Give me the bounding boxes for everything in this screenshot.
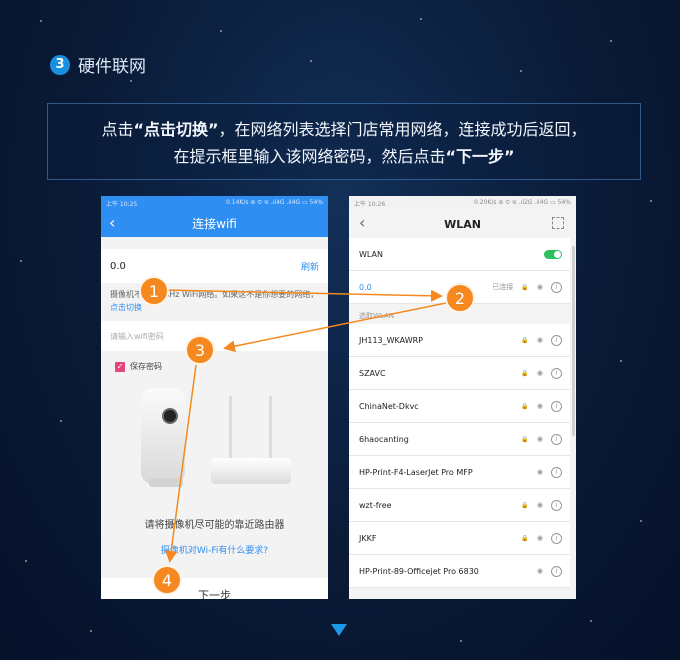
network-name: SZAVC bbox=[359, 368, 386, 378]
refresh-button[interactable]: 刷新 bbox=[301, 260, 319, 273]
instruction-line-1: 点击“点击切换”，在网络列表选择门店常用网络，连接成功后返回， bbox=[48, 116, 640, 143]
camera-icon bbox=[141, 388, 185, 487]
password-placeholder: 请输入wifi密码 bbox=[110, 331, 164, 341]
lock-icon: 🔒 bbox=[521, 369, 529, 377]
nav-bar: ‹ WLAN bbox=[349, 210, 576, 238]
instruction-highlight: “点击切换” bbox=[133, 120, 219, 139]
status-time: 上午 10:25 bbox=[106, 200, 138, 208]
step-number-badge: 3 bbox=[50, 54, 70, 75]
instruction-box: 点击“点击切换”，在网络列表选择门店常用网络，连接成功后返回， 在提示框里输入该… bbox=[47, 103, 641, 180]
lock-icon: 🔒 bbox=[521, 501, 529, 509]
save-password-checkbox[interactable]: ✓ 保存密码 bbox=[101, 351, 328, 372]
page-title: 连接wifi bbox=[192, 217, 237, 231]
step-title: 硬件联网 bbox=[78, 57, 146, 77]
wlan-label: WLAN bbox=[359, 249, 384, 259]
step-header: 3 硬件联网 bbox=[50, 52, 146, 77]
lock-icon: 🔒 bbox=[521, 534, 529, 542]
info-icon[interactable]: i bbox=[551, 532, 562, 544]
info-icon[interactable]: i bbox=[551, 400, 562, 412]
wifi-signal-icon: ◉ bbox=[536, 336, 543, 344]
instruction-highlight: “下一步” bbox=[445, 147, 515, 166]
instruction-line-2: 在提示框里输入该网络密码，然后点击“下一步” bbox=[48, 143, 640, 170]
wifi-signal-icon: ◉ bbox=[536, 501, 543, 509]
status-indicators: 0.14K/s ⊚ ⏲ ≋ .ıl4G .ıl4G ▭ 54% bbox=[226, 199, 323, 206]
connected-status: 已连接 bbox=[492, 283, 514, 291]
next-button[interactable]: 下一步 bbox=[101, 578, 328, 599]
wifi-signal-icon: ◉ bbox=[536, 435, 543, 443]
status-bar: 上午 10:25 0.14K/s ⊚ ⏲ ≋ .ıl4G .ıl4G ▭ 54% bbox=[101, 196, 328, 210]
router-antenna bbox=[269, 396, 272, 458]
network-name: 6haocanting bbox=[359, 434, 409, 444]
wifi-name-value: 0.0 bbox=[110, 260, 126, 272]
network-name: HP-Print-89-Officejet Pro 6830 bbox=[359, 566, 479, 576]
lock-icon: 🔒 bbox=[521, 402, 529, 410]
status-bar: 上午 10:26 0.20K/s ⊚ ⏲ ≋ .ıl2G .ıl4G ▭ 54% bbox=[349, 196, 576, 210]
wifi-signal-icon: ◉ bbox=[536, 567, 543, 575]
wifi-name-field[interactable]: 0.0 刷新 bbox=[101, 249, 328, 283]
wifi-signal-icon: ◉ bbox=[536, 283, 543, 291]
placement-hint: 请将摄像机尽可能的靠近路由器 bbox=[144, 520, 285, 531]
network-list: JH113_WKAWRP 🔒 ◉ i SZAVC 🔒 ◉ i ChinaNet-Dkvc 🔒 ◉ i 6… bbox=[349, 324, 576, 588]
scan-icon[interactable] bbox=[552, 217, 564, 229]
network-row[interactable]: JKKF 🔒 ◉ i bbox=[349, 522, 570, 555]
wifi-signal-icon: ◉ bbox=[536, 369, 543, 377]
network-name: ChinaNet-Dkvc bbox=[359, 401, 419, 411]
step-marker-3: 3 bbox=[185, 335, 215, 365]
info-icon[interactable]: i bbox=[551, 281, 562, 293]
back-arrow-icon[interactable]: ‹ bbox=[359, 213, 365, 232]
step-marker-4: 4 bbox=[152, 565, 182, 595]
network-name: JKKF bbox=[359, 533, 377, 543]
switch-network-link[interactable]: 点击切换 bbox=[110, 303, 142, 312]
router-antenna bbox=[229, 396, 232, 458]
wlan-settings-screen: 上午 10:26 0.20K/s ⊚ ⏲ ≋ .ıl2G .ıl4G ▭ 54%… bbox=[349, 196, 576, 599]
connect-wifi-screen: 上午 10:25 0.14K/s ⊚ ⏲ ≋ .ıl4G .ıl4G ▭ 54%… bbox=[101, 196, 328, 599]
network-name: JH113_WKAWRP bbox=[359, 335, 423, 345]
network-row[interactable]: HP-Print-89-Officejet Pro 6830 ◉ i bbox=[349, 555, 570, 588]
back-arrow-icon[interactable]: ‹ bbox=[109, 213, 115, 232]
wifi-signal-icon: ◉ bbox=[536, 402, 543, 410]
scrollbar[interactable] bbox=[572, 246, 575, 436]
network-note: 摄像机不支持5GHz WiFi网络。如果这不是你想要的网络，点击切换 bbox=[101, 283, 328, 315]
instruction-text: ，在网络列表选择门店常用网络，连接成功后返回， bbox=[218, 120, 587, 139]
instruction-text: 点击 bbox=[101, 120, 134, 139]
instruction-text: 在提示框里输入该网络密码，然后点击 bbox=[173, 147, 446, 166]
network-name: HP-Print-F4-LaserJet Pro MFP bbox=[359, 467, 473, 477]
wifi-signal-icon: ◉ bbox=[536, 534, 543, 542]
info-icon[interactable]: i bbox=[551, 499, 562, 511]
status-time: 上午 10:26 bbox=[354, 200, 386, 208]
network-row[interactable]: SZAVC 🔒 ◉ i bbox=[349, 357, 570, 390]
lock-icon: 🔒 bbox=[521, 336, 529, 344]
info-icon[interactable]: i bbox=[551, 367, 562, 379]
connected-network-name: 0.0 bbox=[359, 282, 372, 292]
save-password-label: 保存密码 bbox=[130, 362, 162, 371]
wlan-toggle-row: WLAN bbox=[349, 238, 570, 271]
network-row[interactable]: 6haocanting 🔒 ◉ i bbox=[349, 423, 570, 456]
checkmark-icon: ✓ bbox=[115, 361, 125, 372]
wlan-toggle[interactable] bbox=[544, 249, 562, 259]
network-row[interactable]: HP-Print-F4-LaserJet Pro MFP ◉ i bbox=[349, 456, 570, 489]
info-icon[interactable]: i bbox=[551, 433, 562, 445]
info-icon[interactable]: i bbox=[551, 565, 562, 577]
step-marker-2: 2 bbox=[445, 283, 475, 313]
network-row[interactable]: wzt-free 🔒 ◉ i bbox=[349, 489, 570, 522]
info-icon[interactable]: i bbox=[551, 334, 562, 346]
network-name: wzt-free bbox=[359, 500, 392, 510]
network-row[interactable]: ChinaNet-Dkvc 🔒 ◉ i bbox=[349, 390, 570, 423]
nav-bar: ‹ 连接wifi bbox=[101, 210, 328, 237]
down-triangle-icon bbox=[331, 624, 347, 636]
router-icon bbox=[211, 458, 291, 484]
wifi-signal-icon: ◉ bbox=[536, 468, 543, 476]
step-marker-1: 1 bbox=[139, 276, 169, 306]
camera-router-illustration bbox=[101, 372, 328, 512]
info-icon[interactable]: i bbox=[551, 466, 562, 478]
lock-icon: 🔒 bbox=[521, 283, 529, 291]
wifi-requirement-link[interactable]: 摄像机对Wi-Fi有什么要求? bbox=[101, 543, 328, 556]
lock-icon: 🔒 bbox=[521, 435, 529, 443]
page-title: WLAN bbox=[444, 217, 481, 231]
status-indicators: 0.20K/s ⊚ ⏲ ≋ .ıl2G .ıl4G ▭ 54% bbox=[474, 199, 571, 206]
network-row[interactable]: JH113_WKAWRP 🔒 ◉ i bbox=[349, 324, 570, 357]
